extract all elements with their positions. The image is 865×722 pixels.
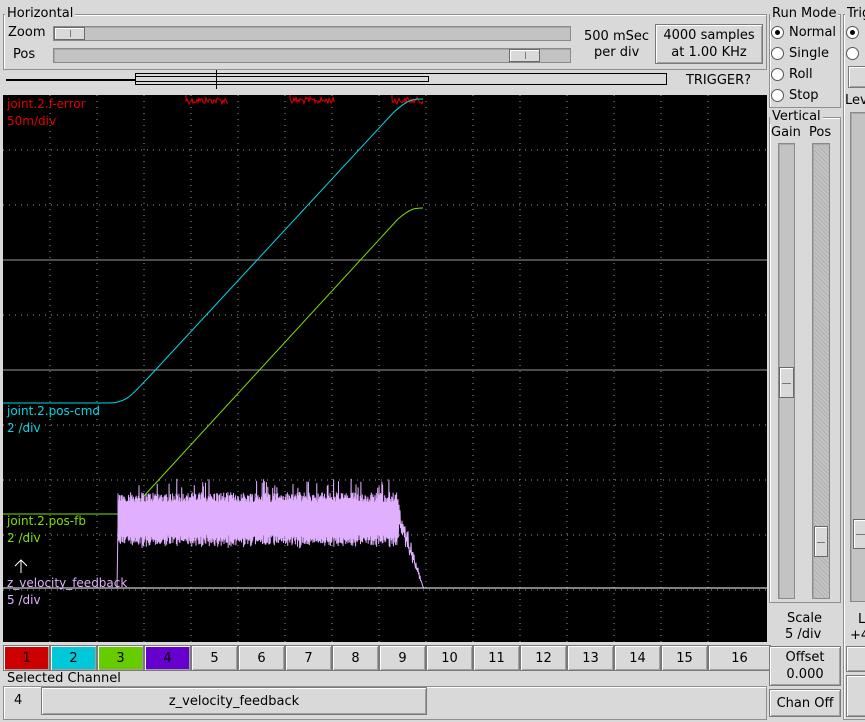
trigger-partial-label-2: +4 [850, 628, 865, 643]
trace-scale-f-error: 50m/div [7, 114, 57, 128]
trace-scale-pos-fb: 2 /div [7, 531, 41, 545]
horizontal-title: Horizontal [5, 6, 76, 21]
sample-rate-button[interactable]: 4000 samples at 1.00 KHz [655, 24, 763, 64]
trace-name-pos-cmd: joint.2.pos-cmd [7, 404, 101, 418]
trace-scale-velocity: 5 /div [7, 593, 41, 607]
chan-off-button[interactable]: Chan Off [769, 689, 841, 717]
radio-selected-icon [771, 25, 784, 39]
run-mode-roll[interactable]: Roll [771, 65, 813, 83]
vertical-pos-slider[interactable] [812, 143, 830, 599]
channel-button-15[interactable]: 15 [661, 645, 708, 671]
zoom-slider-thumb[interactable] [54, 27, 85, 40]
channel-button-16[interactable]: 16 [708, 645, 771, 671]
run-mode-stop[interactable]: Stop [771, 86, 819, 104]
channel-button-12[interactable]: 12 [520, 645, 567, 671]
trigger-level-thumb[interactable] [853, 519, 865, 549]
trigger-level-label: Lev [845, 93, 865, 108]
selected-channel-name-button[interactable]: z_velocity_feedback [41, 687, 427, 715]
horizontal-pos-slider[interactable] [53, 48, 571, 63]
run-mode-title: Run Mode [770, 6, 839, 21]
channel-button-9[interactable]: 9 [379, 645, 426, 671]
scope-display[interactable]: joint.2.f-error 50m/div joint.2.pos-cmd … [3, 95, 767, 642]
sample-rate: at 1.00 KHz [671, 45, 747, 60]
channel-button-3[interactable]: 3 [97, 645, 144, 671]
trace-name-pos-fb: joint.2.pos-fb [7, 514, 86, 528]
pos-cmd-trace [3, 98, 424, 404]
f-error-trace [185, 95, 424, 106]
vertical-title: Vertical [770, 109, 823, 124]
gain-slider[interactable] [778, 143, 795, 599]
radio-icon [771, 46, 784, 60]
gain-slider-thumb[interactable] [779, 367, 794, 398]
selected-channel-number: 4 [14, 693, 23, 708]
channel-button-13[interactable]: 13 [567, 645, 614, 671]
trigger-reset-button[interactable] [846, 646, 865, 672]
offset-label: Offset [785, 650, 825, 665]
zoom-slider[interactable] [53, 26, 571, 41]
horizontal-pos-slider-thumb[interactable] [509, 49, 540, 62]
trigger-source-button[interactable] [848, 66, 865, 88]
pos-label: Pos [13, 47, 36, 62]
samples-count: 4000 samples [663, 28, 755, 43]
velocity-trace [3, 478, 425, 589]
selected-channel-title: Selected Channel [5, 671, 123, 686]
pos-fb-trace [3, 207, 424, 515]
gain-label: Gain [771, 125, 801, 140]
radio-icon [771, 88, 784, 102]
channel-button-2[interactable]: 2 [50, 645, 97, 671]
radio-icon [771, 67, 784, 81]
radio-icon [846, 46, 859, 60]
channel-button-6[interactable]: 6 [238, 645, 285, 671]
trace-scale-pos-cmd: 2 /div [7, 421, 41, 435]
scale-value: 5 /div [785, 627, 822, 642]
channel-button-8[interactable]: 8 [332, 645, 379, 671]
trigger-title: Trig [845, 6, 865, 21]
scope-plot [3, 95, 767, 642]
radio-selected-icon [846, 25, 859, 39]
scale-label: Scale [787, 611, 822, 626]
zoom-label: Zoom [8, 25, 46, 40]
vertical-pos-label: Pos [809, 125, 832, 140]
trigger-extra-button[interactable] [846, 675, 865, 717]
record-position-bar[interactable] [4, 70, 668, 89]
trigger-partial-label-1: L [858, 612, 865, 627]
channel-button-14[interactable]: 14 [614, 645, 661, 671]
channel-button-11[interactable]: 11 [473, 645, 520, 671]
trace-name-f-error: joint.2.f-error [7, 97, 86, 111]
vertical-pos-slider-thumb[interactable] [814, 526, 828, 557]
trace-name-velocity: z_velocity_feedback [7, 576, 128, 590]
time-per-div: 500 mSec [584, 29, 650, 44]
per-div-label: per div [594, 45, 640, 60]
trigger-marker [216, 70, 217, 89]
trigger-radio-1[interactable] [846, 23, 864, 41]
offset-value: 0.000 [786, 667, 824, 682]
channel-button-1[interactable]: 1 [3, 645, 50, 671]
trigger-level-slider[interactable] [850, 112, 865, 602]
channel-button-7[interactable]: 7 [285, 645, 332, 671]
channel-button-4[interactable]: 4 [144, 645, 191, 671]
run-mode-single[interactable]: Single [771, 44, 829, 62]
trigger-button[interactable]: TRIGGER? [670, 70, 767, 91]
channel-arrow-icon [14, 559, 28, 573]
run-mode-normal[interactable]: Normal [771, 23, 836, 41]
trigger-radio-2[interactable] [846, 44, 864, 62]
offset-button[interactable]: Offset 0.000 [769, 646, 841, 686]
channel-button-10[interactable]: 10 [426, 645, 473, 671]
record-window-inner [135, 76, 429, 82]
channel-button-5[interactable]: 5 [191, 645, 238, 671]
